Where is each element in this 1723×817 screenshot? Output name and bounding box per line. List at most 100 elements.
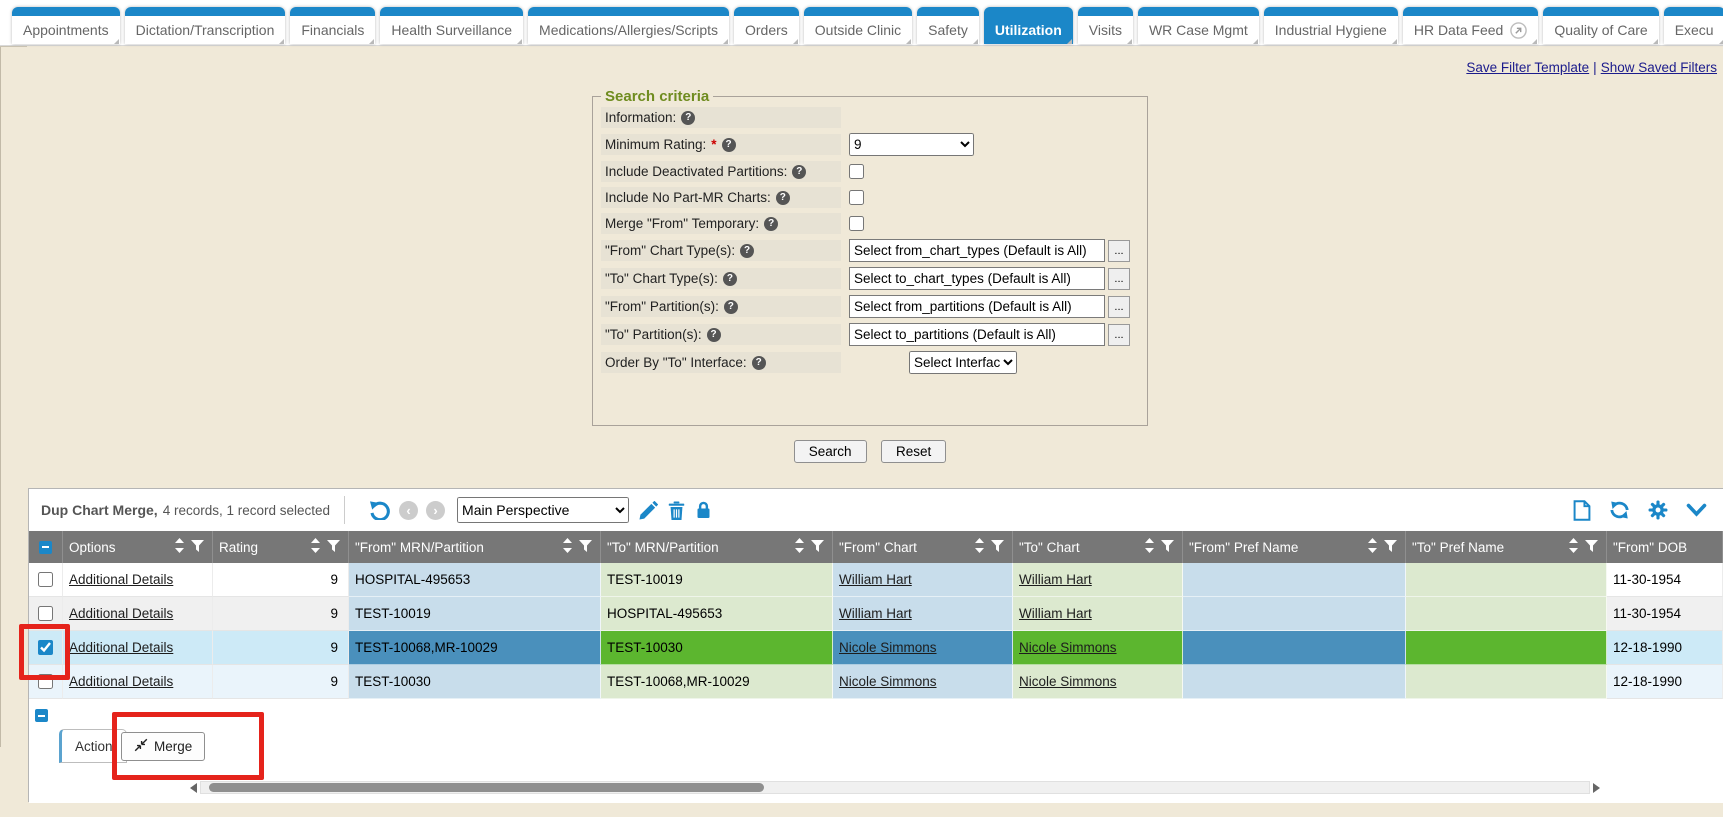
new-document-icon[interactable] (1573, 500, 1591, 521)
save-filter-template-link[interactable]: Save Filter Template (1466, 60, 1589, 75)
help-icon[interactable]: ? (722, 138, 736, 152)
to-partitions-input[interactable] (849, 323, 1105, 346)
row-checkbox[interactable] (38, 572, 53, 587)
show-saved-filters-link[interactable]: Show Saved Filters (1601, 60, 1717, 75)
scrollbar-track[interactable] (200, 781, 1590, 794)
additional-details-link[interactable]: Additional Details (69, 606, 173, 621)
sort-icon[interactable] (175, 538, 184, 556)
from-partitions-picker-button[interactable]: ... (1108, 296, 1130, 318)
collapse-group-icon[interactable] (35, 709, 48, 722)
tab-utilization[interactable]: Utilization (984, 7, 1073, 44)
filter-icon[interactable] (811, 540, 824, 555)
collapse-chevron-down-icon[interactable] (1686, 503, 1707, 517)
delete-trash-icon[interactable] (668, 501, 685, 520)
help-icon[interactable]: ? (752, 356, 766, 370)
row-checkbox[interactable] (38, 606, 53, 621)
from-chart-link[interactable]: William Hart (839, 606, 912, 621)
help-icon[interactable]: ? (681, 111, 695, 125)
additional-details-link[interactable]: Additional Details (69, 572, 173, 587)
column-header-to-pref-name[interactable]: "To" Pref Name (1406, 531, 1607, 563)
tab-health-surveillance[interactable]: Health Surveillance (380, 7, 523, 44)
edit-pencil-icon[interactable] (639, 501, 658, 520)
additional-details-link[interactable]: Additional Details (69, 640, 173, 655)
filter-icon[interactable] (327, 540, 340, 555)
order-by-interface-select[interactable]: Select Interface (909, 351, 1017, 374)
column-header-to-mrn-partition[interactable]: "To" MRN/Partition (601, 531, 833, 563)
filter-icon[interactable] (1585, 540, 1598, 555)
column-header-from-mrn-partition[interactable]: "From" MRN/Partition (349, 531, 601, 563)
scroll-right-arrow[interactable] (1593, 783, 1600, 793)
to-chart-link[interactable]: William Hart (1019, 572, 1092, 587)
column-header-from-dob[interactable]: "From" DOB (1607, 531, 1723, 563)
scrollbar-thumb[interactable] (209, 783, 764, 792)
action-tab[interactable]: Action (59, 729, 127, 763)
column-header-rating[interactable]: Rating (213, 531, 349, 563)
tab-visits[interactable]: Visits (1078, 7, 1133, 44)
perspective-select[interactable]: Main Perspective (457, 497, 629, 523)
tab-financials[interactable]: Financials (290, 7, 375, 44)
sort-icon[interactable] (311, 538, 320, 556)
help-icon[interactable]: ? (792, 165, 806, 179)
tab-safety[interactable]: Safety (917, 7, 979, 44)
tab-appointments[interactable]: Appointments (12, 7, 120, 44)
to-chart-types-picker-button[interactable]: ... (1108, 268, 1130, 290)
sort-icon[interactable] (563, 538, 572, 556)
tab-quality-of-care[interactable]: Quality of Care (1543, 7, 1658, 44)
to-chart-link[interactable]: Nicole Simmons (1019, 640, 1117, 655)
sort-icon[interactable] (795, 538, 804, 556)
tab-industrial-hygiene[interactable]: Industrial Hygiene (1264, 7, 1398, 44)
to-partitions-picker-button[interactable]: ... (1108, 324, 1130, 346)
settings-gear-icon[interactable] (1648, 500, 1668, 520)
to-chart-types-input[interactable] (849, 267, 1105, 290)
help-icon[interactable]: ? (776, 191, 790, 205)
to-chart-link[interactable]: William Hart (1019, 606, 1092, 621)
row-checkbox[interactable] (38, 640, 53, 655)
previous-icon[interactable]: ‹ (399, 501, 418, 520)
from-partitions-input[interactable] (849, 295, 1105, 318)
scroll-left-arrow[interactable] (190, 783, 197, 793)
from-chart-link[interactable]: Nicole Simmons (839, 674, 937, 689)
filter-icon[interactable] (1384, 540, 1397, 555)
merge-button[interactable]: Merge (121, 732, 205, 761)
filter-icon[interactable] (991, 540, 1004, 555)
from-chart-types-input[interactable] (849, 239, 1105, 262)
tab-hr-data-feed[interactable]: HR Data Feed (1403, 7, 1538, 44)
minimum-rating-select[interactable]: 9 (849, 133, 974, 156)
include-no-part-mr-charts-checkbox[interactable] (849, 190, 864, 205)
help-icon[interactable]: ? (707, 328, 721, 342)
sort-icon[interactable] (1145, 538, 1154, 556)
column-header-from-chart[interactable]: "From" Chart (833, 531, 1013, 563)
help-icon[interactable]: ? (723, 272, 737, 286)
row-checkbox[interactable] (38, 674, 53, 689)
help-icon[interactable]: ? (724, 300, 738, 314)
from-chart-link[interactable]: Nicole Simmons (839, 640, 937, 655)
sort-icon[interactable] (1368, 538, 1377, 556)
to-chart-link[interactable]: Nicole Simmons (1019, 674, 1117, 689)
tab-medications-allergies-scripts[interactable]: Medications/Allergies/Scripts (528, 7, 729, 44)
undo-icon[interactable] (369, 500, 391, 520)
next-icon[interactable]: › (426, 501, 445, 520)
column-header-options[interactable]: Options (63, 531, 213, 563)
filter-icon[interactable] (579, 540, 592, 555)
column-header-to-chart[interactable]: "To" Chart (1013, 531, 1183, 563)
tab-dictation-transcription[interactable]: Dictation/Transcription (125, 7, 286, 44)
collapse-all-icon[interactable] (39, 541, 52, 554)
sort-icon[interactable] (1569, 538, 1578, 556)
help-icon[interactable]: ? (740, 244, 754, 258)
tab-orders[interactable]: Orders (734, 7, 799, 44)
tab-outside-clinic[interactable]: Outside Clinic (804, 7, 912, 44)
help-icon[interactable]: ? (764, 217, 778, 231)
include-deactivated-partitions-checkbox[interactable] (849, 164, 864, 179)
search-button[interactable]: Search (794, 440, 867, 463)
from-chart-types-picker-button[interactable]: ... (1108, 240, 1130, 262)
filter-icon[interactable] (191, 540, 204, 555)
additional-details-link[interactable]: Additional Details (69, 674, 173, 689)
lock-icon[interactable] (695, 501, 712, 519)
refresh-icon[interactable] (1609, 501, 1630, 519)
filter-icon[interactable] (1161, 540, 1174, 555)
tab-execu[interactable]: Execu (1664, 7, 1723, 44)
column-header-from-pref-name[interactable]: "From" Pref Name (1183, 531, 1406, 563)
reset-button[interactable]: Reset (881, 440, 946, 463)
tab-wr-case-mgmt[interactable]: WR Case Mgmt (1138, 7, 1259, 44)
merge-from-temporary-checkbox[interactable] (849, 216, 864, 231)
